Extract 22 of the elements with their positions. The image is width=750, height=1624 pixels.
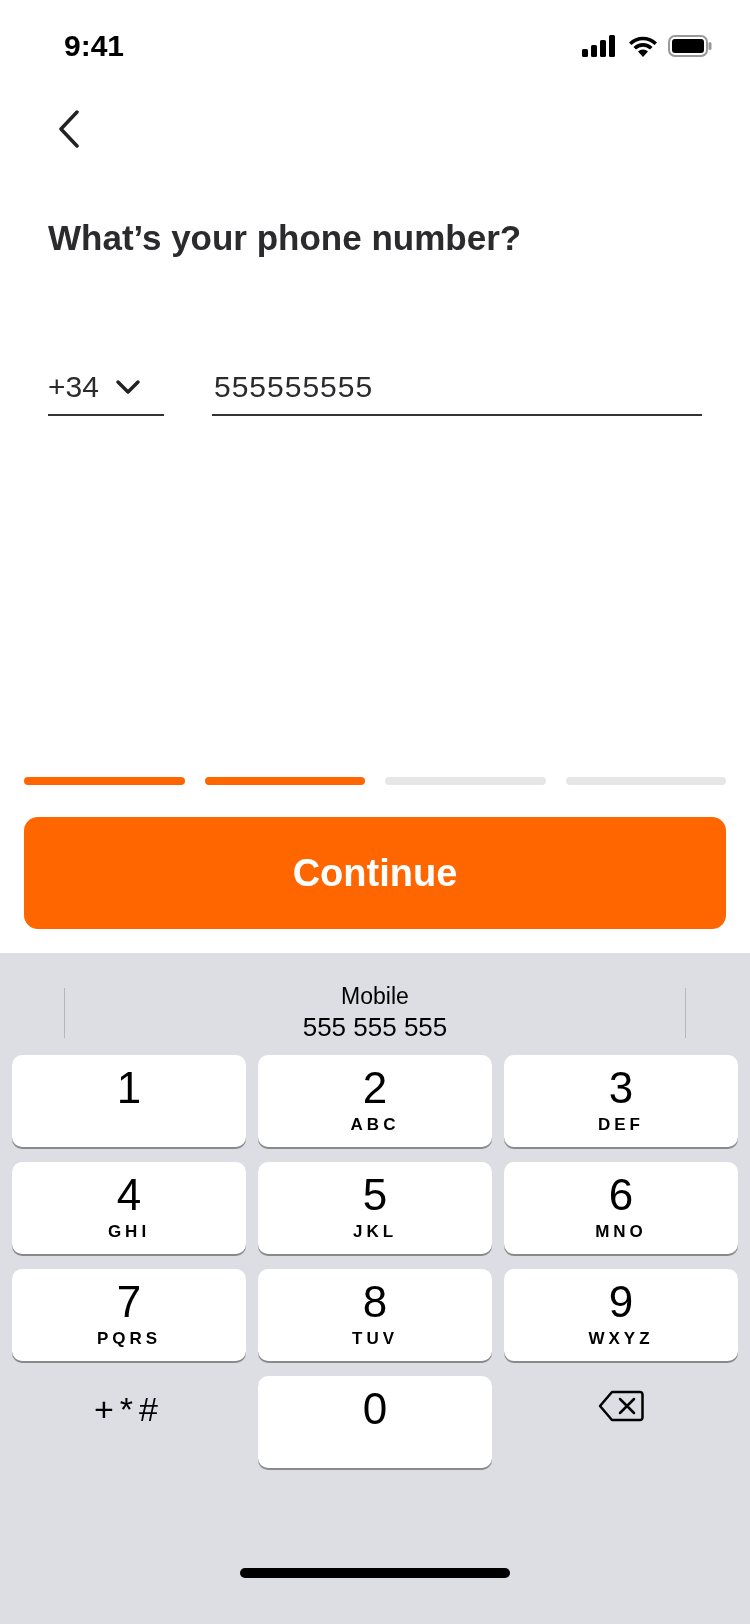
wifi-icon [628,35,658,57]
keypad-key[interactable]: 0 [258,1376,492,1468]
keypad-key[interactable]: 5 JKL [258,1162,492,1254]
keypad-key[interactable]: 8 TUV [258,1269,492,1361]
symbols-key[interactable]: +*# [12,1376,246,1468]
backspace-icon [598,1390,644,1422]
contact-suggestion[interactable]: Mobile 555 555 555 [302,983,448,1043]
keypad-key[interactable]: 1 [12,1055,246,1147]
country-code-dropdown[interactable]: +34 [48,370,164,416]
keypad-key[interactable]: 6 MNO [504,1162,738,1254]
battery-icon [668,35,712,57]
phone-number-field[interactable]: 555555555 [212,370,702,416]
status-time: 9:41 [64,29,125,63]
page-title: What’s your phone number? [48,218,523,258]
chevron-down-icon [114,379,141,395]
keypad-key[interactable]: 2 ABC [258,1055,492,1147]
keypad-key[interactable]: 4 GHI [12,1162,246,1254]
signal-icon [582,35,618,57]
keypad-key[interactable]: 7 PQRS [12,1269,246,1361]
keypad-key[interactable]: 9 WXYZ [504,1269,738,1361]
keypad-key[interactable]: 3 DEF [504,1055,738,1147]
back-button[interactable] [56,108,82,150]
